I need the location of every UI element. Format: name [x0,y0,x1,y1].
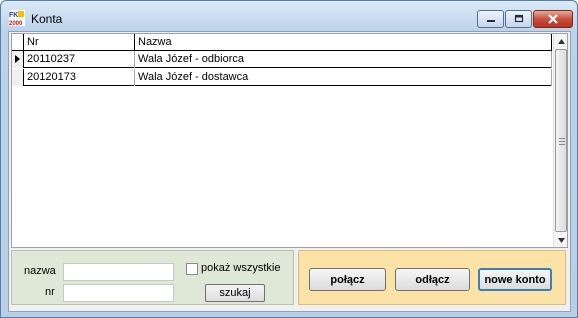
arrow-down-icon [557,237,565,243]
close-button[interactable] [533,10,573,28]
window-client-area: Nr Nazwa 20110237 Wala Józef - odbiorca … [8,31,571,312]
show-all-label[interactable]: pokaż wszystkie [201,262,280,274]
maximize-icon [514,14,523,23]
scroll-down-button[interactable] [554,233,568,247]
row-indicator [12,51,24,68]
new-account-button[interactable]: nowe konto [478,268,552,291]
table-row[interactable]: 20110237 Wala Józef - odbiorca [12,51,552,68]
nr-input[interactable] [63,284,174,302]
svg-text:FK: FK [9,12,18,19]
scrollbar-grip-icon [559,138,565,145]
window-title: Konta [31,12,63,26]
table-row[interactable]: 20120173 Wala Józef - dostawca [12,69,552,86]
nazwa-label: nazwa [24,265,56,277]
nr-label: nr [45,286,55,298]
minimize-icon [486,20,495,22]
konta-window: FK 2000 Konta Nr Nazwa 20110237 Wala Józ… [0,0,578,318]
current-row-pointer-icon [15,55,20,63]
grid-header: Nr Nazwa [12,34,552,51]
header-indicator-cell [12,34,24,51]
arrow-up-icon [557,38,565,44]
action-panel: połącz odłącz nowe konto [298,250,566,305]
fk2000-app-icon: FK 2000 [9,10,25,26]
cell-nazwa[interactable]: Wala Józef - odbiorca [135,51,552,68]
minimize-button[interactable] [477,10,504,28]
disconnect-button[interactable]: odłącz [395,268,470,291]
connect-button[interactable]: połącz [309,268,386,291]
cell-nr[interactable]: 20120173 [24,69,135,86]
accounts-grid[interactable]: Nr Nazwa 20110237 Wala Józef - odbiorca … [11,33,568,248]
nazwa-input[interactable] [63,263,174,281]
svg-text:2000: 2000 [9,21,23,26]
show-all-checkbox[interactable] [186,263,198,275]
close-icon [548,14,558,24]
search-button[interactable]: szukaj [205,284,265,302]
scroll-up-button[interactable] [554,34,568,48]
cell-nr[interactable]: 20110237 [24,51,135,68]
filter-panel: nazwa nr pokaż wszystkie szukaj [11,250,294,305]
row-indicator [12,69,24,86]
column-header-nazwa[interactable]: Nazwa [135,34,552,51]
column-header-nr[interactable]: Nr [24,34,135,51]
title-bar[interactable]: FK 2000 Konta [1,1,577,31]
scrollbar-thumb[interactable] [555,49,567,232]
vertical-scrollbar[interactable] [553,34,567,247]
maximize-button[interactable] [505,10,532,28]
cell-nazwa[interactable]: Wala Józef - dostawca [135,69,552,86]
